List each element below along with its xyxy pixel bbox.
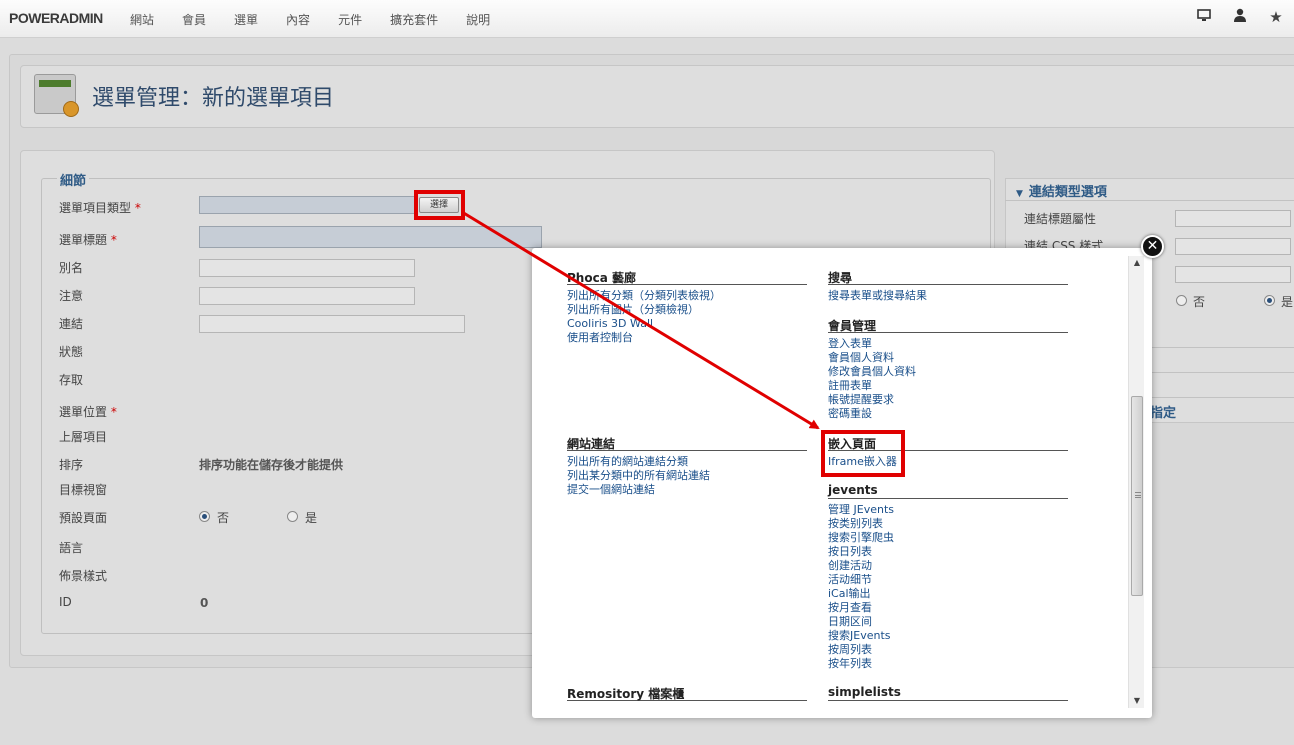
annotation-arrow xyxy=(461,210,820,430)
arrow-line xyxy=(461,210,820,430)
